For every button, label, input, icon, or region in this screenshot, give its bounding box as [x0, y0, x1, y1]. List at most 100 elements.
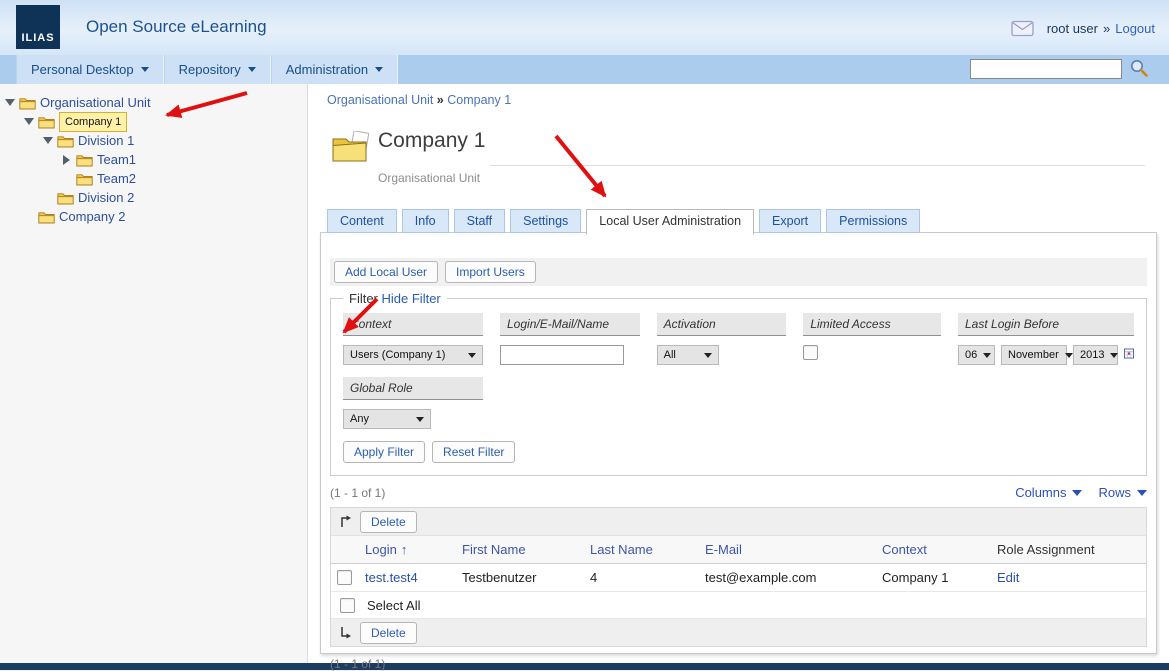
role-assignment-edit-link[interactable]: Edit — [997, 570, 1146, 585]
limited-access-checkbox[interactable] — [803, 345, 818, 360]
tree-link[interactable]: Division 2 — [78, 190, 134, 205]
user-context: Company 1 — [882, 570, 997, 585]
filter-row-1: Context Users (Company 1) Login/E-Mail/N… — [343, 313, 1134, 365]
tree-item-division-1: Division 1 — [0, 131, 307, 150]
rows-label: Rows — [1098, 485, 1131, 500]
context-select[interactable]: Users (Company 1) — [343, 345, 483, 365]
column-header-login[interactable]: Login↑ — [365, 542, 462, 557]
last-login-header: Last Login Before — [958, 313, 1134, 336]
month-value: November — [1008, 349, 1059, 361]
tab-info[interactable]: Info — [402, 209, 449, 233]
menu-personal-desktop[interactable]: Personal Desktop — [16, 55, 164, 84]
user-login-link[interactable]: test.test4 — [365, 570, 462, 585]
chevron-down-icon — [704, 353, 712, 358]
table-menus: Columns Rows — [1015, 485, 1147, 500]
search-icon[interactable] — [1129, 58, 1149, 78]
limited-access-header: Limited Access — [803, 313, 941, 336]
tree-item-company-2: Company 2 — [0, 207, 307, 226]
day-select[interactable]: 06 — [958, 345, 995, 365]
rows-menu[interactable]: Rows — [1098, 485, 1147, 500]
chevron-down-icon — [983, 353, 991, 358]
menu-repository[interactable]: Repository — [164, 55, 271, 84]
context-value: Users (Company 1) — [350, 349, 445, 361]
year-select[interactable]: 2013 — [1073, 345, 1118, 365]
column-header-context[interactable]: Context — [882, 542, 997, 557]
main-menu-items: Personal Desktop Repository Administrati… — [16, 55, 398, 84]
day-value: 06 — [965, 349, 977, 361]
expander-open-icon[interactable] — [19, 118, 38, 125]
breadcrumb-company-1[interactable]: Company 1 — [447, 93, 511, 107]
folder-icon — [76, 153, 93, 167]
select-all-label: Select All — [367, 598, 420, 613]
column-header-first-name[interactable]: First Name — [462, 542, 590, 557]
ilias-logo[interactable]: ILIAS — [16, 5, 60, 49]
user-email: test@example.com — [705, 570, 882, 585]
expander-closed-icon[interactable] — [57, 155, 76, 165]
tree-link[interactable]: Team1 — [97, 152, 136, 167]
login-filter-input[interactable] — [500, 345, 624, 365]
add-local-user-button[interactable]: Add Local User — [334, 261, 438, 283]
users-table: Delete Login↑ First Name Last Name E-Mai… — [330, 507, 1147, 647]
user-first-name: Testbenutzer — [462, 570, 590, 585]
tree-link[interactable]: Team2 — [97, 171, 136, 186]
apply-filter-button[interactable]: Apply Filter — [343, 441, 425, 463]
mail-icon[interactable] — [1011, 20, 1034, 37]
user-name: root user — [1047, 21, 1098, 36]
hide-filter-link[interactable]: Hide Filter — [382, 291, 441, 306]
menu-label: Repository — [179, 62, 241, 77]
breadcrumb: Organisational Unit » Company 1 — [327, 93, 511, 107]
expander-open-icon[interactable] — [38, 137, 57, 144]
chevron-down-icon — [248, 67, 256, 72]
breadcrumb-organisational-unit[interactable]: Organisational Unit — [327, 93, 433, 107]
tab-permissions[interactable]: Permissions — [826, 209, 920, 233]
folder-icon — [38, 115, 55, 129]
result-range-bottom: (1 - 1 of 1) — [330, 657, 1147, 671]
folder-icon — [57, 191, 74, 205]
calendar-icon[interactable] — [1124, 346, 1134, 361]
context-header: Context — [343, 313, 483, 336]
folder-icon — [57, 134, 74, 148]
menu-label: Administration — [286, 62, 368, 77]
filter-col-limited-access: Limited Access — [803, 313, 941, 365]
column-header-email[interactable]: E-Mail — [705, 542, 882, 557]
breadcrumb-separator: » — [437, 93, 444, 107]
columns-menu[interactable]: Columns — [1015, 485, 1082, 500]
activation-select[interactable]: All — [657, 345, 719, 365]
chevron-down-icon — [141, 67, 149, 72]
logout-link[interactable]: Logout — [1115, 21, 1155, 36]
tree-link[interactable]: Organisational Unit — [40, 95, 151, 110]
tab-local-user-administration[interactable]: Local User Administration — [586, 209, 754, 235]
row-checkbox[interactable] — [337, 570, 352, 585]
reset-filter-button[interactable]: Reset Filter — [432, 441, 515, 463]
tree-link[interactable]: Company 2 — [59, 209, 125, 224]
filter-col-context: Context Users (Company 1) — [343, 313, 483, 365]
table-top-bar: (1 - 1 of 1) Columns Rows — [330, 485, 1147, 500]
login-header: Login/E-Mail/Name — [500, 313, 640, 336]
sort-ascending-icon: ↑ — [401, 542, 408, 557]
global-role-value: Any — [350, 413, 369, 425]
tree-item-division-2: Division 2 — [0, 188, 307, 207]
tab-export[interactable]: Export — [759, 209, 821, 233]
month-select[interactable]: November — [1001, 345, 1067, 365]
tab-content[interactable]: Content — [327, 209, 397, 233]
search-input[interactable] — [970, 59, 1122, 79]
tree-link-selected[interactable]: Company 1 — [59, 112, 127, 132]
delete-button-bottom[interactable]: Delete — [360, 622, 417, 644]
filter-buttons: Apply Filter Reset Filter — [343, 441, 1134, 463]
global-role-select[interactable]: Any — [343, 409, 431, 429]
columns-label: Columns — [1015, 485, 1066, 500]
chevron-down-icon — [1110, 353, 1118, 358]
column-header-last-name[interactable]: Last Name — [590, 542, 705, 557]
filter-legend: Filter Hide Filter — [343, 291, 447, 306]
table-row: test.test4 Testbenutzer 4 test@example.c… — [331, 564, 1146, 592]
apply-to-selected-up-icon — [339, 515, 352, 528]
select-all-checkbox[interactable] — [340, 598, 355, 613]
delete-button-top[interactable]: Delete — [360, 511, 417, 533]
menu-administration[interactable]: Administration — [271, 55, 398, 84]
tab-staff[interactable]: Staff — [454, 209, 505, 233]
menu-label: Personal Desktop — [31, 62, 134, 77]
import-users-button[interactable]: Import Users — [445, 261, 536, 283]
tab-settings[interactable]: Settings — [510, 209, 581, 233]
tree-link[interactable]: Division 1 — [78, 133, 134, 148]
expander-open-icon[interactable] — [0, 99, 19, 106]
